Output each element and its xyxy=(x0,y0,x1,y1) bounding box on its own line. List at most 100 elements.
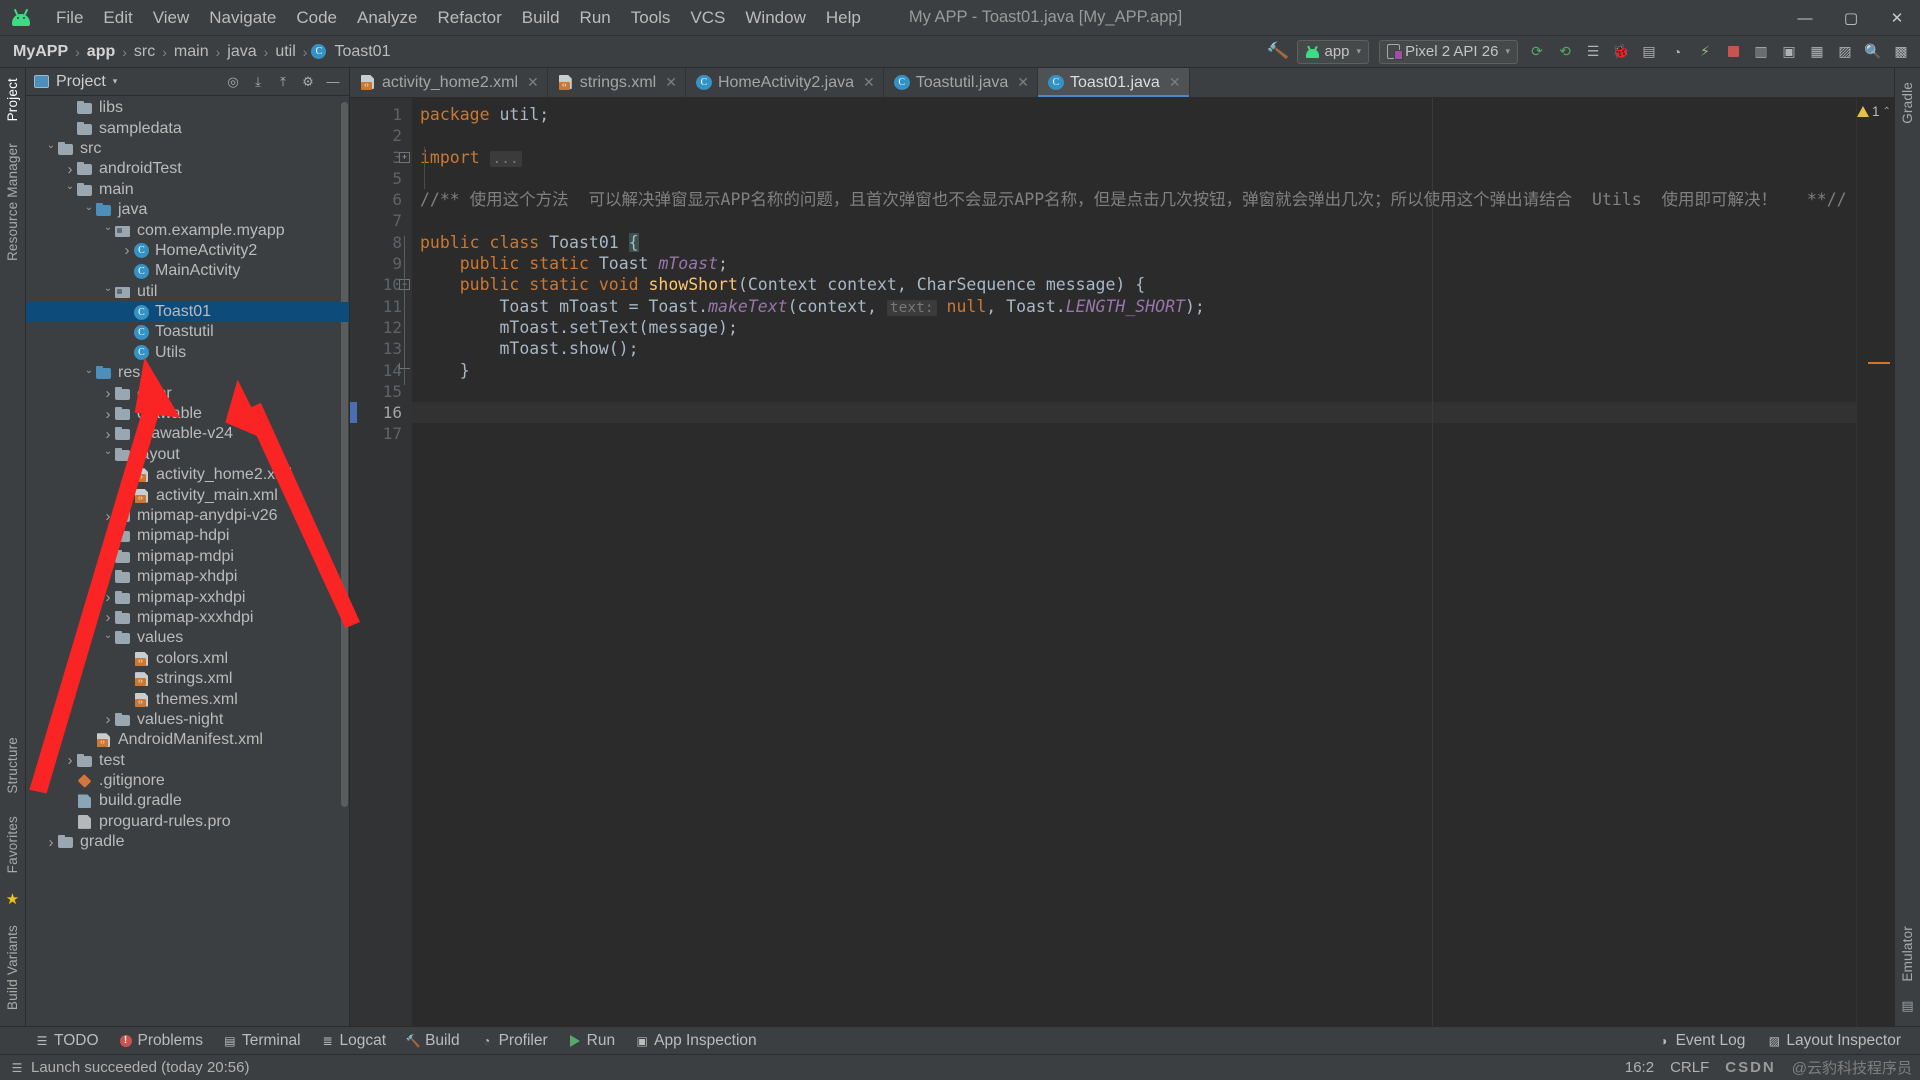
project-structure-icon[interactable]: ▩ xyxy=(1888,40,1914,64)
chevron-right-icon[interactable] xyxy=(101,385,115,402)
sidebar-item-resource-manager[interactable]: Resource Manager xyxy=(1,133,24,271)
sidebar-item-favorites[interactable]: Favorites xyxy=(1,806,24,883)
tree-node[interactable]: src xyxy=(26,139,349,159)
chevron-right-icon[interactable] xyxy=(101,711,115,728)
avd-icon[interactable]: ▣ xyxy=(1776,40,1802,64)
tree-node[interactable]: java xyxy=(26,200,349,220)
fold-expand-icon[interactable]: + xyxy=(399,151,410,163)
menu-build[interactable]: Build xyxy=(512,4,570,32)
chevron-down-icon[interactable] xyxy=(44,143,58,154)
tree-node[interactable]: sampledata xyxy=(26,118,349,138)
minimize-button[interactable]: — xyxy=(1782,0,1828,36)
tree-node[interactable]: util xyxy=(26,282,349,302)
chevron-right-icon[interactable] xyxy=(120,242,134,259)
tool-window-event-log[interactable]: ◑ Event Log xyxy=(1648,1029,1755,1053)
breadcrumb-item-src[interactable]: src xyxy=(131,41,158,63)
tree-node[interactable]: layout xyxy=(26,445,349,465)
tree-node[interactable]: values-night xyxy=(26,710,349,730)
chevron-down-icon[interactable] xyxy=(101,286,115,297)
tool-window-build[interactable]: 🔨 Build xyxy=(397,1029,468,1053)
menu-file[interactable]: File xyxy=(46,4,93,32)
close-icon[interactable]: ✕ xyxy=(1017,74,1029,91)
menu-run[interactable]: Run xyxy=(570,4,621,32)
menu-analyze[interactable]: Analyze xyxy=(347,4,427,32)
chevron-down-icon[interactable] xyxy=(101,633,115,644)
chevron-right-icon[interactable] xyxy=(101,528,115,545)
chevron-right-icon[interactable] xyxy=(101,508,115,525)
line-separator[interactable]: CRLF xyxy=(1670,1059,1709,1076)
tree-node[interactable]: drawable-v24 xyxy=(26,424,349,444)
chevron-right-icon[interactable] xyxy=(101,589,115,606)
tree-node[interactable]: C Toastutil xyxy=(26,322,349,342)
chevron-down-icon[interactable]: ▾ xyxy=(113,76,118,87)
chevron-right-icon[interactable] xyxy=(101,609,115,626)
close-icon[interactable]: ✕ xyxy=(665,74,677,91)
sidebar-item-project[interactable]: Project xyxy=(1,68,24,131)
menu-navigate[interactable]: Navigate xyxy=(199,4,286,32)
code-line[interactable]: package util; xyxy=(412,104,1856,125)
tool-window-app-inspection[interactable]: ▣ App Inspection xyxy=(626,1029,766,1053)
chevron-right-icon[interactable] xyxy=(101,548,115,565)
breadcrumb-item-main[interactable]: main xyxy=(171,41,212,63)
chevron-right-icon[interactable] xyxy=(63,752,77,769)
code-line[interactable] xyxy=(412,168,1856,189)
tree-node[interactable]: .gitignore xyxy=(26,771,349,791)
code-line[interactable]: //** 使用这个方法 可以解决弹窗显示APP名称的问题，且首次弹窗也不会显示A… xyxy=(412,189,1856,210)
tree-node[interactable]: mipmap-xhdpi xyxy=(26,567,349,587)
sidebar-item-gradle[interactable]: Gradle xyxy=(1896,72,1919,134)
warning-indicator[interactable]: 1 ⌃ ⌄ xyxy=(1857,104,1902,119)
build-hammer-icon[interactable]: 🔨 xyxy=(1265,40,1291,64)
menu-tools[interactable]: Tools xyxy=(621,4,681,32)
tree-node[interactable]: activity_main.xml xyxy=(26,485,349,505)
code-line[interactable]: } xyxy=(412,360,1856,381)
tool-window-terminal[interactable]: ▤ Terminal xyxy=(214,1029,310,1053)
project-tree[interactable]: libs sampledata src androidTest main java com.… xyxy=(26,96,349,1026)
code-content[interactable]: package util; import ... //** 使用这个方法 可以解决弹… xyxy=(412,98,1856,1026)
close-icon[interactable]: ✕ xyxy=(527,74,539,91)
maximize-button[interactable]: ▢ xyxy=(1828,0,1874,36)
tree-node[interactable]: com.example.myapp xyxy=(26,220,349,240)
code-line[interactable] xyxy=(412,381,1856,402)
device-file-explorer-icon[interactable]: ▦ xyxy=(1804,40,1830,64)
breadcrumb-item-java[interactable]: java xyxy=(224,41,259,63)
sdk-manager-icon[interactable]: ▥ xyxy=(1748,40,1774,64)
code-line[interactable]: mToast.show(); xyxy=(412,338,1856,359)
chevron-down-icon[interactable] xyxy=(101,449,115,460)
chevron-right-icon[interactable] xyxy=(44,834,58,851)
tree-node[interactable]: gradle xyxy=(26,832,349,852)
caret-position[interactable]: 16:2 xyxy=(1625,1059,1654,1076)
tool-window-todo[interactable]: ☰ TODO xyxy=(26,1029,108,1053)
favorites-star-icon[interactable]: ★ xyxy=(3,889,23,909)
tree-node[interactable]: C HomeActivity2 xyxy=(26,241,349,261)
tree-node[interactable]: C MainActivity xyxy=(26,261,349,281)
menu-refactor[interactable]: Refactor xyxy=(427,4,511,32)
hide-panel-icon[interactable]: — xyxy=(321,71,345,93)
menu-code[interactable]: Code xyxy=(286,4,347,32)
profiler-icon[interactable]: ◔ xyxy=(1664,40,1690,64)
tree-node[interactable]: mipmap-xxxhdpi xyxy=(26,608,349,628)
tree-node[interactable]: mipmap-xxhdpi xyxy=(26,587,349,607)
sidebar-item-emulator[interactable]: Emulator xyxy=(1896,916,1919,992)
close-button[interactable]: ✕ xyxy=(1874,0,1920,36)
tool-window-run[interactable]: Run xyxy=(559,1029,624,1053)
chevron-down-icon[interactable] xyxy=(101,225,115,236)
tool-window-layout-inspector[interactable]: ▨ Layout Inspector xyxy=(1758,1029,1910,1053)
tree-node[interactable]: libs xyxy=(26,98,349,118)
tree-node[interactable]: build.gradle xyxy=(26,791,349,811)
tree-node-selected[interactable]: C Toast01 xyxy=(26,301,349,323)
tree-node[interactable]: drawable xyxy=(26,404,349,424)
tree-node[interactable]: themes.xml xyxy=(26,689,349,709)
tree-node[interactable]: mipmap-anydpi-v26 xyxy=(26,506,349,526)
editor-gutter[interactable]: 123+5678910−11121314151617 xyxy=(350,98,412,1026)
breadcrumb-item-util[interactable]: util xyxy=(272,41,298,63)
tree-node[interactable]: colors.xml xyxy=(26,649,349,669)
chevron-down-icon[interactable] xyxy=(63,184,77,195)
debug-icon[interactable]: 🐞 xyxy=(1608,40,1634,64)
stop-icon[interactable] xyxy=(1720,40,1746,64)
menu-window[interactable]: Window xyxy=(735,4,815,32)
tree-node[interactable]: mipmap-hdpi xyxy=(26,526,349,546)
close-icon[interactable]: ✕ xyxy=(1169,74,1181,91)
settings-gear-icon[interactable]: ⚙ xyxy=(296,71,320,93)
tree-node[interactable]: test xyxy=(26,751,349,771)
menu-help[interactable]: Help xyxy=(816,4,871,32)
